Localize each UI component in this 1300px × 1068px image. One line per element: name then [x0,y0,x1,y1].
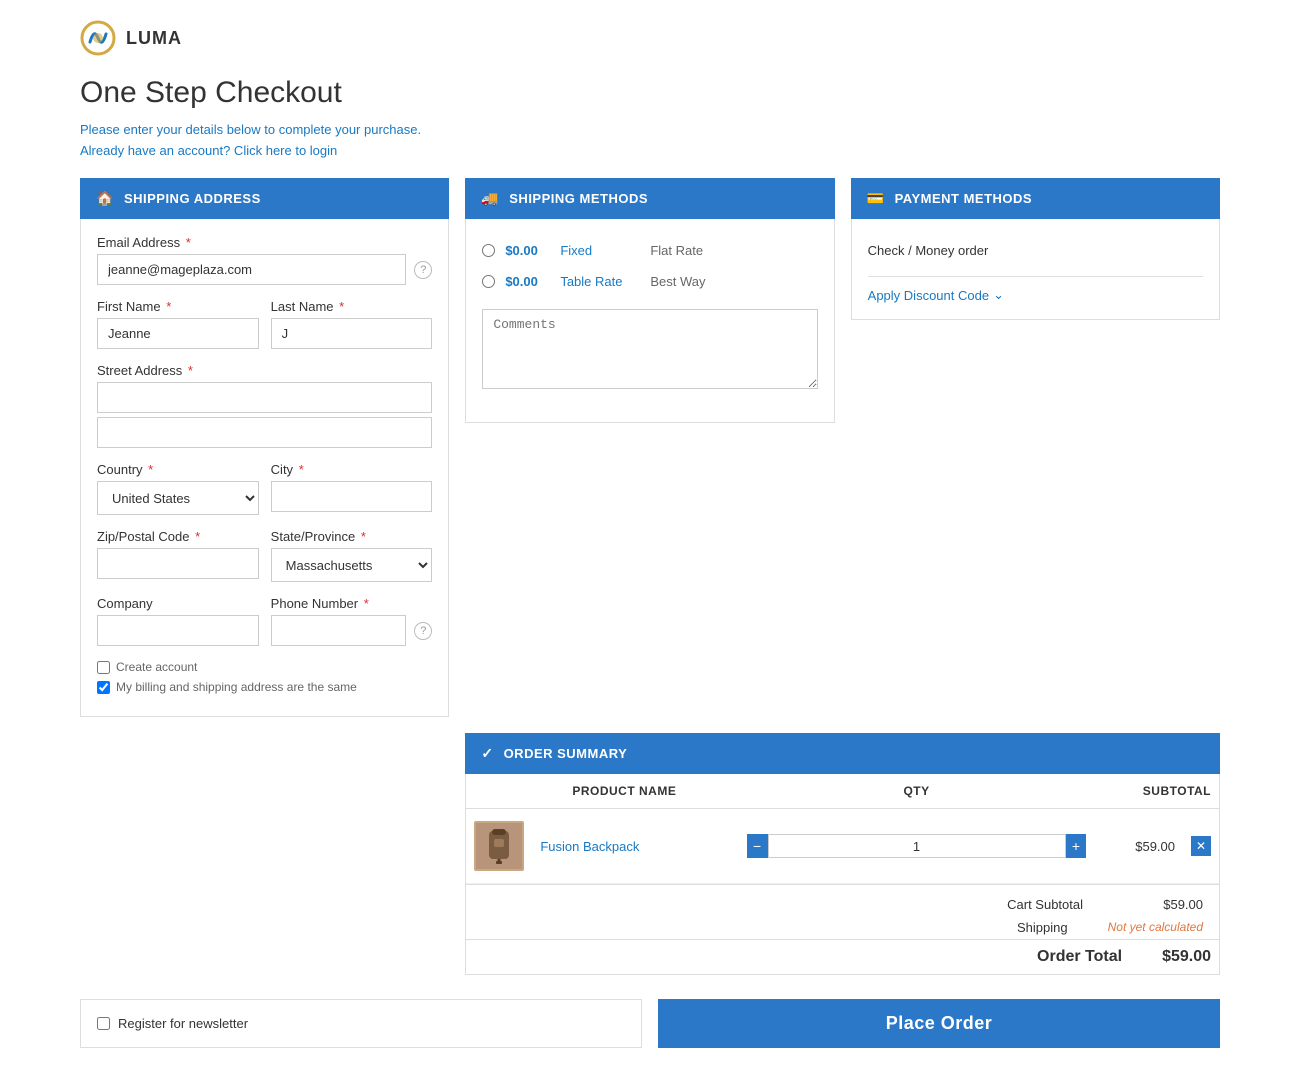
page-title: One Step Checkout [80,76,1220,110]
order-summary-section: ORDER SUMMARY PRODUCT NAME QTY SUBTOTAL [465,733,1220,975]
shipping-option-table: $0.00 Table Rate Best Way [482,266,817,297]
remove-item-button[interactable]: ✕ [1191,836,1211,856]
lastname-label: Last Name * [271,299,433,314]
street-input-2[interactable] [97,417,432,448]
email-help-icon[interactable]: ? [414,261,432,279]
shipping-address-header: SHIPPING ADDRESS [80,178,449,219]
qty-controls: − + [747,834,1087,858]
shipping-methods-header: SHIPPING METHODS [465,178,834,219]
login-link[interactable]: Already have an account? Click here to l… [80,143,1220,158]
street-input-1[interactable] [97,382,432,413]
create-account-row: Create account [97,660,432,674]
qty-decrease-button[interactable]: − [747,834,768,858]
chevron-down-icon: ⌄ [993,287,1004,303]
payment-check: Check / Money order [868,235,1203,266]
zip-input[interactable] [97,548,259,579]
order-summary-header: ORDER SUMMARY [465,733,1220,774]
product-name-col: PRODUCT NAME [532,774,738,809]
truck-icon [481,190,499,207]
firstname-label: First Name * [97,299,259,314]
shipping-radio-table[interactable] [482,275,495,288]
billing-same-row: My billing and shipping address are the … [97,680,432,694]
shipping-option-fixed: $0.00 Fixed Flat Rate [482,235,817,266]
state-label: State/Province * [271,529,433,544]
payment-methods-header: PAYMENT METHODS [851,178,1220,219]
street-label: Street Address * [97,363,432,378]
email-input[interactable] [97,254,406,285]
shipping-radio-fixed[interactable] [482,244,495,257]
phone-label: Phone Number * [271,596,433,611]
shipping-address-section: SHIPPING ADDRESS Email Address * ? [80,178,449,717]
zip-label: Zip/Postal Code * [97,529,259,544]
company-input[interactable] [97,615,259,646]
checkmark-icon [481,745,493,762]
home-icon [96,190,114,207]
qty-increase-button[interactable]: + [1066,834,1087,858]
credit-card-icon [867,190,885,207]
email-label: Email Address * [97,235,432,250]
payment-methods-section: PAYMENT METHODS Check / Money order Appl… [851,178,1220,717]
product-thumbnail [474,821,524,871]
product-name-link[interactable]: Fusion Backpack [540,839,639,854]
subtotal-col: SUBTOTAL [1094,774,1219,809]
newsletter-checkbox[interactable] [97,1017,110,1030]
lastname-input[interactable] [271,318,433,349]
qty-col: QTY [739,774,1095,809]
table-row: Fusion Backpack − + [466,809,1219,884]
product-img-col [466,774,532,809]
subtotal-cell: $59.00 ✕ [1102,836,1211,856]
shipping-methods-section: SHIPPING METHODS $0.00 Fixed Flat Rate $… [465,178,834,717]
city-label: City * [271,462,433,477]
state-select[interactable]: Massachusetts California New York [271,548,433,582]
phone-input[interactable] [271,615,407,646]
subtitle: Please enter your details below to compl… [80,122,1220,137]
phone-help-icon[interactable]: ? [414,622,432,640]
country-label: Country * [97,462,259,477]
order-total-row: Order Total $59.00 [466,939,1219,974]
discount-toggle[interactable]: Apply Discount Code ⌄ [868,287,1203,303]
billing-same-checkbox[interactable] [97,681,110,694]
city-input[interactable] [271,481,433,512]
place-order-button[interactable]: Place Order [658,999,1220,1048]
cart-subtotal-row: Cart Subtotal $59.00 [474,893,1211,916]
comments-textarea[interactable] [482,309,817,389]
shipping-row: Shipping Not yet calculated [474,916,1211,939]
newsletter-box: Register for newsletter [80,999,642,1048]
company-label: Company [97,596,259,611]
logo-text: LUMA [126,28,182,49]
logo: LUMA [80,20,1220,56]
create-account-checkbox[interactable] [97,661,110,674]
qty-input[interactable] [768,834,1066,858]
firstname-input[interactable] [97,318,259,349]
country-select[interactable]: United States Canada United Kingdom [97,481,259,515]
newsletter-label: Register for newsletter [118,1016,248,1031]
